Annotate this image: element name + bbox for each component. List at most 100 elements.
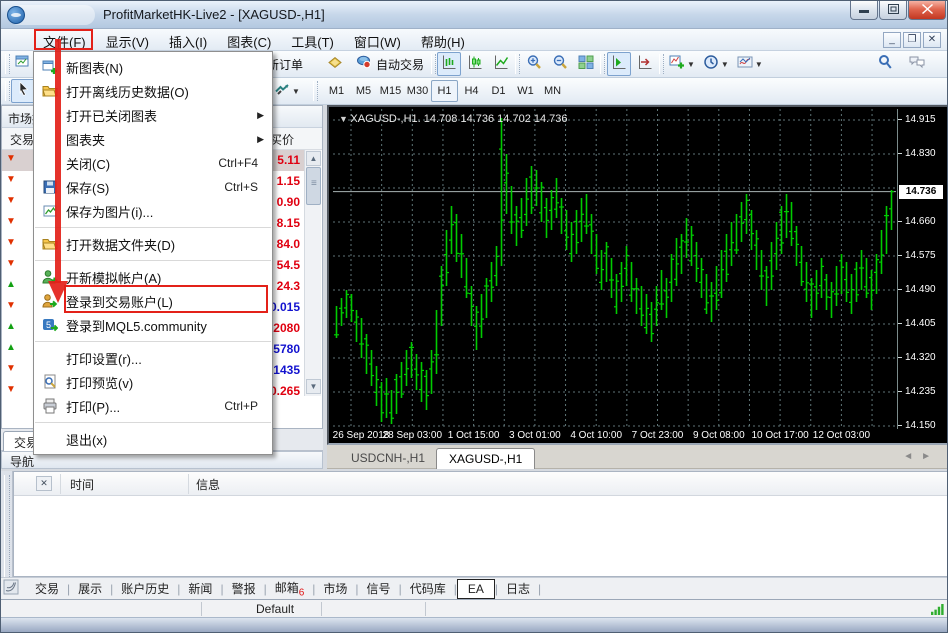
autotrading-button[interactable]: 自动交易 — [353, 52, 427, 76]
timeframe-m15-button[interactable]: M15 — [377, 80, 404, 102]
title-bar[interactable]: ProfitMarketHK-Live2 - [XAGUSD-,H1] — [1, 1, 948, 29]
terminal-tab-2[interactable]: 展示 — [70, 578, 110, 599]
file-menu-item[interactable]: 打印预览(v) — [34, 370, 272, 394]
annotation-box-login-item — [64, 285, 268, 313]
file-menu-item[interactable]: 打开已关闭图表▶ — [34, 103, 272, 127]
tile-windows-button[interactable] — [574, 52, 598, 76]
community-chat-button[interactable] — [905, 52, 929, 76]
menu-item-label: 关闭(C) — [66, 154, 110, 173]
indicators-button[interactable]: ▼ — [666, 52, 698, 76]
window-bottom-frame — [1, 617, 948, 633]
chart-window-icon — [15, 54, 31, 75]
terminal-tab-5[interactable]: 警报 — [224, 578, 264, 599]
terminal-tab-3[interactable]: 账户历史 — [113, 578, 177, 599]
file-menu-item[interactable]: 退出(x) — [34, 427, 272, 451]
info-column-header[interactable]: 信息 — [196, 476, 220, 493]
restore-button[interactable] — [879, 1, 907, 20]
terminal-tab-8[interactable]: 信号 — [359, 578, 399, 599]
price-axis[interactable]: 14.91514.83014.66014.57514.49014.40514.3… — [897, 109, 945, 429]
templates-button[interactable]: ▼ — [734, 52, 766, 76]
shift-end-button[interactable] — [633, 52, 657, 76]
file-menu-item[interactable]: 图表夹▶ — [34, 127, 272, 151]
zoom-in-button[interactable] — [522, 52, 546, 76]
symbol-search-button[interactable] — [873, 52, 897, 76]
menu-shortcut: Ctrl+P — [224, 399, 258, 413]
time-column-header[interactable]: 时间 — [70, 476, 94, 493]
timeframe-h4-button[interactable]: H4 — [458, 80, 485, 102]
menu-item-label: 打印设置(r)... — [66, 349, 142, 368]
mdi-minimize-button[interactable]: _ — [883, 32, 901, 48]
time-tick-label: 4 Oct 10:00 — [570, 430, 622, 441]
menu-item-label: 新图表(N) — [66, 58, 123, 77]
menubar-item-3[interactable]: 图表(C) — [217, 29, 281, 51]
menubar-item-4[interactable]: 工具(T) — [281, 29, 344, 51]
zoom-out-button[interactable] — [548, 52, 572, 76]
timeframe-w1-button[interactable]: W1 — [512, 80, 539, 102]
line-chart-button[interactable] — [489, 52, 513, 76]
candlesticks-button[interactable] — [463, 52, 487, 76]
timeframe-h1-button[interactable]: H1 — [431, 80, 458, 102]
periods-button[interactable]: ▼ — [700, 52, 732, 76]
file-menu-item[interactable]: 保存(S)Ctrl+S — [34, 175, 272, 199]
file-menu-item[interactable]: 新图表(N) — [34, 55, 272, 79]
shift-end-icon — [637, 54, 653, 75]
file-menu-item[interactable]: 打开数据文件夹(D) — [34, 232, 272, 256]
timeframe-d1-button[interactable]: D1 — [485, 80, 512, 102]
file-menu-item[interactable]: 5登录到MQL5.community — [34, 313, 272, 337]
price-chart-canvas[interactable] — [333, 109, 896, 429]
templates-icon — [737, 54, 753, 75]
chart-tab-xagusdh1[interactable]: XAGUSD-,H1 — [436, 448, 535, 469]
scroll-down-button[interactable]: ▼ — [306, 379, 321, 394]
toolbar-grip[interactable] — [313, 81, 318, 101]
timeframe-mn-button[interactable]: MN — [539, 80, 566, 102]
bar-chart-icon — [441, 54, 457, 75]
indicator-sort-button[interactable]: ▼ — [271, 79, 303, 103]
bid-column-header[interactable]: 买价 — [270, 131, 294, 148]
chat-icon — [909, 54, 925, 75]
toolbar-grip[interactable] — [431, 54, 436, 74]
tab-scroll-arrows[interactable]: ◄► — [903, 451, 939, 462]
terminal-tab-6[interactable]: 邮箱6 — [267, 577, 313, 600]
statusbar-divider — [321, 602, 322, 616]
minimize-button[interactable] — [850, 1, 878, 20]
terminal-close-button[interactable]: ✕ — [36, 476, 52, 491]
chart-tab-usdcnhh1[interactable]: USDCNH-,H1 — [339, 448, 437, 469]
line-chart-icon — [493, 54, 509, 75]
scrollbar-thumb[interactable] — [306, 167, 321, 205]
toolbar-grip[interactable] — [5, 54, 10, 74]
timeframe-m1-button[interactable]: M1 — [323, 80, 350, 102]
bar-chart-button[interactable] — [437, 52, 461, 76]
indicators-icon — [669, 54, 685, 75]
file-menu-item[interactable]: 保存为图片(i)... — [34, 199, 272, 223]
profile-name[interactable]: Default — [256, 602, 294, 616]
toolbar-grip[interactable] — [5, 81, 10, 101]
market-watch-scrollbar[interactable]: ▲ ▼ — [304, 150, 321, 396]
file-menu-item[interactable]: 关闭(C)Ctrl+F4 — [34, 151, 272, 175]
menubar-item-1[interactable]: 显示(V) — [96, 29, 159, 51]
timeframe-m30-button[interactable]: M30 — [404, 80, 431, 102]
menubar-item-2[interactable]: 插入(I) — [159, 29, 217, 51]
terminal-tab-10[interactable]: EA — [457, 579, 495, 599]
terminal-tab-4[interactable]: 新闻 — [180, 578, 220, 599]
menubar-item-6[interactable]: 帮助(H) — [411, 29, 475, 51]
file-menu-item[interactable]: 打开离线历史数据(O) — [34, 79, 272, 103]
time-axis[interactable]: 26 Sep 201828 Sep 03:001 Oct 15:003 Oct … — [333, 429, 945, 443]
file-menu-item[interactable]: 打印(P)...Ctrl+P — [34, 394, 272, 418]
terminal-tab-11[interactable]: 日志 — [498, 578, 538, 599]
cursor-button[interactable] — [11, 79, 35, 103]
terminal-tab-9[interactable]: 代码库 — [402, 578, 454, 599]
file-menu-item[interactable]: 打印设置(r)... — [34, 346, 272, 370]
terminal-tab-7[interactable]: 市场 — [315, 578, 355, 599]
scroll-left-icon: ◄ — [903, 451, 921, 462]
scroll-up-button[interactable]: ▲ — [306, 151, 321, 166]
profile-window-button[interactable] — [11, 52, 35, 76]
timeframe-m5-button[interactable]: M5 — [350, 80, 377, 102]
mdi-restore-button[interactable]: ❐ — [903, 32, 921, 48]
shift-chart-button[interactable] — [607, 52, 631, 76]
printer-icon — [34, 398, 66, 414]
mdi-close-button[interactable]: ✕ — [923, 32, 941, 48]
terminal-tab-1[interactable]: 交易 — [27, 578, 67, 599]
menubar-item-5[interactable]: 窗口(W) — [344, 29, 411, 51]
close-button[interactable] — [908, 1, 946, 20]
depth-of-market-button[interactable] — [323, 52, 347, 76]
